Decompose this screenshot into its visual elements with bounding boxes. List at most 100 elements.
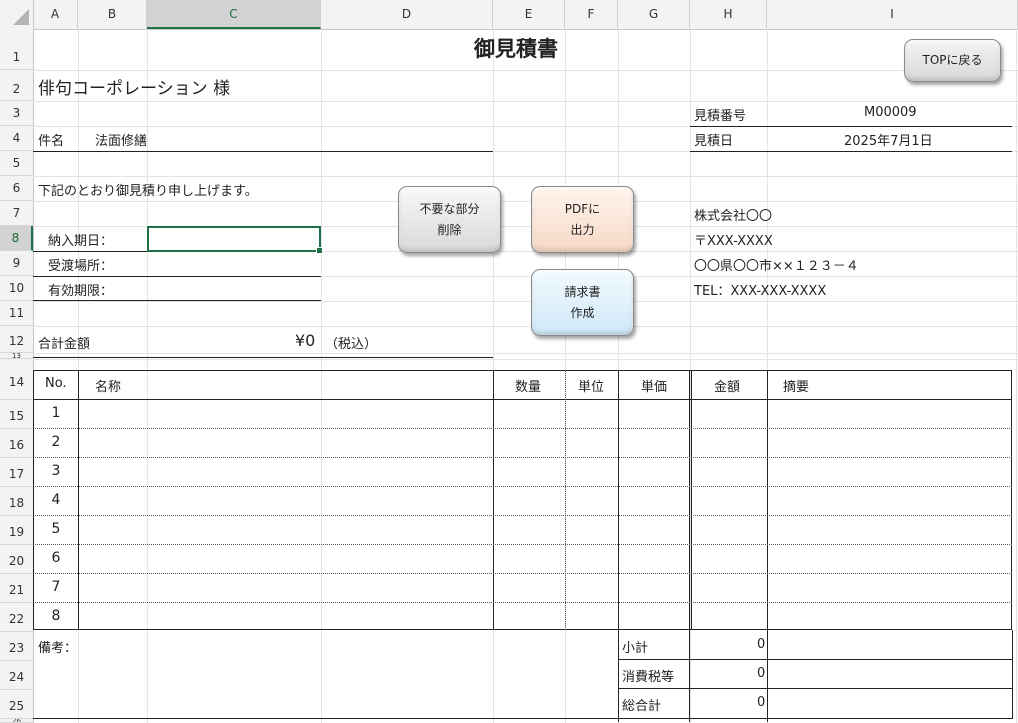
grand-total-value[interactable]: 0 [757, 695, 765, 710]
items-table-border [33, 370, 1012, 630]
summary-divider-2 [618, 688, 1012, 689]
row-header-9[interactable]: 9 [0, 251, 33, 276]
tax-included-note: （税込） [325, 337, 378, 352]
table-row-number[interactable]: 6 [34, 550, 78, 566]
quote-date-label: 見積日 [694, 134, 734, 149]
pdf-export-button[interactable]: PDFに 出力 [531, 186, 634, 253]
header-price: 単価 [641, 380, 668, 395]
row-header-3[interactable]: 3 [0, 101, 33, 126]
row-header-11[interactable]: 11 [0, 301, 33, 326]
pdf-button-line2: 出力 [570, 222, 595, 237]
page-title: 御見積書 [474, 37, 558, 61]
row-header-10[interactable]: 10 [0, 276, 33, 301]
quote-number-label: 見積番号 [694, 109, 747, 124]
row-header-21[interactable]: 21 [0, 574, 33, 603]
table-row-number[interactable]: 5 [34, 521, 78, 537]
column-header-c[interactable]: C [147, 0, 321, 29]
summary-right-border [1012, 630, 1013, 719]
row-header-18[interactable]: 18 [0, 487, 33, 516]
subject-label: 件名 [38, 134, 65, 149]
delete-button-line2: 削除 [437, 222, 462, 237]
header-no: No. [45, 376, 67, 391]
column-header-e[interactable]: E [493, 0, 565, 29]
row-header-bar: 1 2 3 4 5 6 7 8 9 10 11 12 13 14 15 16 1… [0, 29, 34, 723]
total-underline [33, 357, 493, 358]
column-header-i[interactable]: I [767, 0, 1018, 29]
row-header-5[interactable]: 5 [0, 151, 33, 176]
subject-underline [33, 151, 493, 152]
row-header-25[interactable]: 25 [0, 690, 33, 719]
quote-date-value[interactable]: 2025年7月1日 [844, 130, 933, 149]
delivery-place-label: 受渡場所： [48, 259, 114, 274]
tax-value[interactable]: 0 [757, 666, 765, 681]
header-quantity: 数量 [515, 380, 542, 395]
row-header-17[interactable]: 17 [0, 458, 33, 487]
row-header-23[interactable]: 23 [0, 632, 33, 661]
row-header-12[interactable]: 12 [0, 326, 33, 353]
top-return-label: TOPに戻る [922, 53, 983, 67]
header-note: 摘要 [783, 380, 810, 395]
row-header-16[interactable]: 16 [0, 429, 33, 458]
tax-label: 消費税等 [622, 670, 675, 685]
column-header-g[interactable]: G [618, 0, 690, 29]
table-header-divider [33, 399, 1012, 400]
column-header-h[interactable]: H [690, 0, 767, 29]
column-header-b[interactable]: B [78, 0, 147, 29]
row-header-7[interactable]: 7 [0, 201, 33, 226]
table-row-number[interactable]: 2 [34, 434, 78, 450]
delete-unneeded-button[interactable]: 不要な部分 削除 [398, 186, 501, 253]
table-row-number[interactable]: 8 [34, 608, 78, 624]
subtotal-value[interactable]: 0 [757, 637, 765, 652]
invoice-button-line1: 請求書 [564, 284, 601, 299]
row-header-22[interactable]: 22 [0, 603, 33, 632]
remarks-label: 備考： [38, 641, 78, 656]
summary-divider-1 [618, 659, 1012, 660]
quote-number-value[interactable]: M00009 [864, 105, 917, 120]
company-name: 株式会社〇〇 [694, 209, 773, 224]
company-tel: TEL：XXX-XXX-XXXX [694, 284, 827, 299]
create-invoice-button[interactable]: 請求書 作成 [531, 269, 634, 336]
summary-bottom-border [33, 718, 1012, 719]
delivery-date-label: 納入期日： [48, 234, 114, 249]
column-header-d[interactable]: D [321, 0, 493, 29]
company-zip: 〒XXX-XXXX [694, 234, 773, 249]
row-header-2[interactable]: 2 [0, 70, 33, 101]
table-row-number[interactable]: 7 [34, 579, 78, 595]
row-header-4[interactable]: 4 [0, 126, 33, 151]
valid-period-label: 有効期限： [48, 284, 114, 299]
invoice-button-line2: 作成 [570, 305, 595, 320]
row-header-6[interactable]: 6 [0, 176, 33, 201]
top-return-button[interactable]: TOPに戻る [904, 39, 1001, 82]
valid-period-underline [33, 300, 321, 301]
table-row-number[interactable]: 1 [34, 405, 78, 421]
row-header-15[interactable]: 15 [0, 400, 33, 429]
quote-number-underline [690, 126, 1012, 127]
column-header-a[interactable]: A [33, 0, 78, 29]
quote-date-underline [690, 151, 1012, 152]
fill-handle[interactable] [316, 247, 323, 254]
row-header-24[interactable]: 24 [0, 661, 33, 690]
table-row-number[interactable]: 3 [34, 463, 78, 479]
column-header-f[interactable]: F [565, 0, 618, 29]
row-header-14[interactable]: 14 [0, 359, 33, 400]
delivery-place-underline [33, 276, 321, 277]
total-amount[interactable]: ¥0 [295, 331, 315, 350]
select-all-corner[interactable] [0, 0, 34, 29]
grand-total-label: 総合計 [622, 699, 662, 714]
intro-text: 下記のとおり御見積り申し上げます。 [38, 184, 258, 199]
row-header-20[interactable]: 20 [0, 545, 33, 574]
row-header-8[interactable]: 8 [0, 226, 33, 251]
header-unit: 単位 [578, 380, 605, 395]
row-header-19[interactable]: 19 [0, 516, 33, 545]
total-label: 合計金額 [38, 337, 91, 352]
subject-value[interactable]: 法面修繕 [95, 130, 147, 149]
subtotal-label: 小計 [622, 641, 649, 656]
table-row-number[interactable]: 4 [34, 492, 78, 508]
delete-button-line1: 不要な部分 [419, 201, 480, 216]
select-all-triangle-icon [13, 9, 29, 25]
row-header-26[interactable]: 26 [0, 719, 33, 723]
row-header-1[interactable]: 1 [0, 29, 33, 70]
column-header-bar: A B C D E F G H I [0, 0, 1018, 30]
selected-cell-c8[interactable] [147, 226, 323, 254]
customer-name: 俳句コーポレーション 様 [38, 79, 231, 99]
